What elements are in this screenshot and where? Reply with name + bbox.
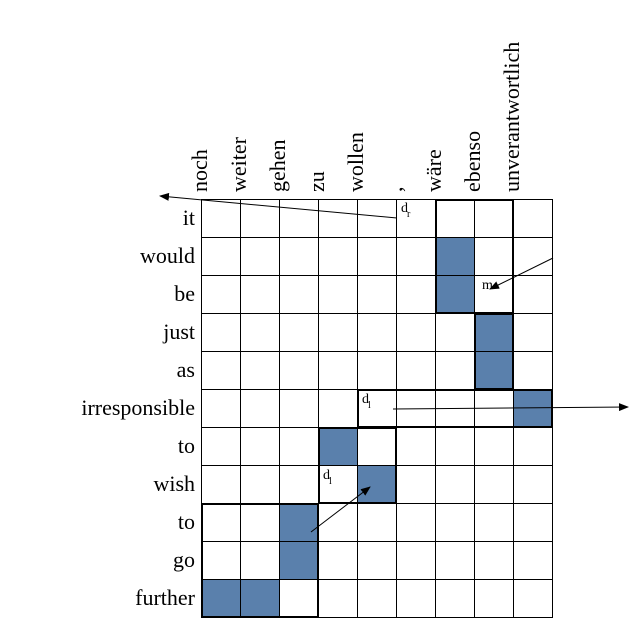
- row-to2: to: [178, 509, 195, 535]
- col-comma: ,: [382, 187, 408, 193]
- block-to-wish: [318, 427, 397, 504]
- block-it-would-be: [435, 199, 514, 314]
- row-would: would: [140, 243, 195, 269]
- col-unverantwortlich: unverantwortlich: [499, 42, 525, 192]
- block-just-as: [474, 313, 514, 390]
- col-waere: wäre: [421, 149, 447, 192]
- col-wollen: wollen: [343, 132, 369, 192]
- col-noch: noch: [187, 149, 213, 192]
- row-further: further: [135, 585, 195, 611]
- row-as: as: [177, 357, 195, 383]
- row-irresponsible: irresponsible: [81, 395, 195, 421]
- col-gehen: gehen: [265, 139, 291, 192]
- col-weiter: weiter: [226, 137, 252, 192]
- row-go: go: [173, 547, 195, 573]
- row-to: to: [178, 433, 195, 459]
- row-be: be: [174, 281, 195, 307]
- block-to-go-further: [201, 503, 319, 618]
- block-irresponsible: [357, 389, 553, 428]
- col-zu: zu: [304, 171, 330, 192]
- row-wish: wish: [153, 471, 195, 497]
- row-it: it: [183, 205, 195, 231]
- annot-dr: dr: [401, 201, 409, 219]
- row-just: just: [163, 319, 195, 345]
- col-ebenso: ebenso: [460, 131, 486, 192]
